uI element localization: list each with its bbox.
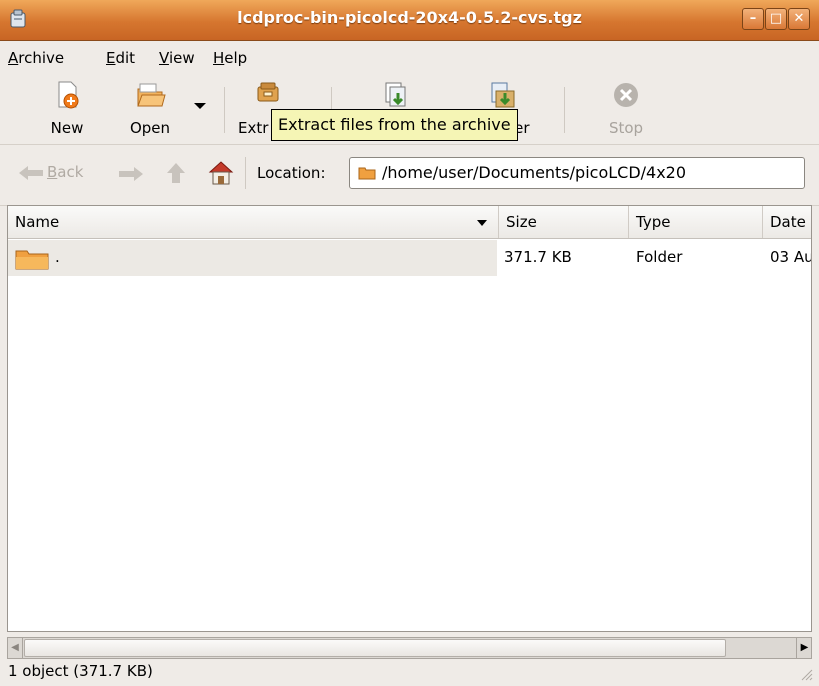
open-folder-icon <box>137 83 166 107</box>
column-type-header[interactable]: Type <box>629 206 763 238</box>
file-date: 03 Au <box>770 248 812 266</box>
column-size-header[interactable]: Size <box>499 206 629 238</box>
file-type: Folder <box>636 248 683 266</box>
scroll-left-button[interactable]: ◀ <box>8 638 23 658</box>
title-bar[interactable]: lcdproc-bin-picolcd-20x4-0.5.2-cvs.tgz –… <box>0 0 819 41</box>
up-arrow-icon[interactable] <box>165 161 187 185</box>
location-separator <box>245 157 246 189</box>
new-label: New <box>50 119 84 137</box>
list-header: Name Size Type Date <box>8 206 811 239</box>
extract-tooltip: Extract files from the archive <box>271 109 518 141</box>
minimize-button[interactable]: – <box>742 8 764 30</box>
file-list[interactable]: Name Size Type Date . 371.7 KB Folder 03… <box>7 205 812 632</box>
close-button[interactable]: ✕ <box>788 8 810 30</box>
minimize-icon: – <box>749 11 757 26</box>
table-row[interactable]: . 371.7 KB Folder 03 Au <box>8 240 812 276</box>
column-name-header[interactable]: Name <box>8 206 499 238</box>
file-name: . <box>55 248 60 266</box>
sort-descending-icon <box>477 220 487 226</box>
stop-button[interactable]: Stop <box>596 79 656 139</box>
resize-grip-icon[interactable] <box>800 668 814 682</box>
horizontal-scrollbar[interactable]: ◀ ▶ <box>7 637 812 659</box>
scroll-right-button[interactable]: ▶ <box>796 638 812 658</box>
new-archive-icon <box>58 81 79 109</box>
maximize-icon: □ <box>769 11 783 26</box>
column-date-header[interactable]: Date <box>763 206 811 238</box>
file-size: 371.7 KB <box>504 248 572 266</box>
back-arrow-icon <box>19 165 43 180</box>
toolbar-separator <box>564 87 565 133</box>
folder-icon <box>358 167 376 180</box>
home-icon[interactable] <box>207 159 235 187</box>
add-folder-icon <box>491 82 515 108</box>
location-input[interactable]: /home/user/Documents/picoLCD/4x20 <box>349 157 805 189</box>
location-bar: Back Location: /home/user/Documents/pico… <box>0 145 819 206</box>
menu-edit[interactable]: Edit <box>106 49 135 67</box>
forward-arrow-icon[interactable] <box>117 165 145 183</box>
open-label: Open <box>129 119 171 137</box>
menu-archive[interactable]: Archive <box>8 49 64 67</box>
back-button[interactable]: Back <box>17 163 83 182</box>
menu-help[interactable]: Help <box>213 49 247 67</box>
scrollbar-thumb[interactable] <box>24 639 726 657</box>
toolbar-separator <box>224 87 225 133</box>
maximize-button[interactable]: □ <box>765 8 787 30</box>
status-text: 1 object (371.7 KB) <box>8 662 153 680</box>
open-button[interactable]: Open <box>121 79 179 139</box>
new-button[interactable]: New <box>38 79 96 139</box>
location-label: Location: <box>257 164 326 182</box>
menu-view[interactable]: View <box>159 49 195 67</box>
extract-icon <box>257 82 279 102</box>
open-dropdown-arrow-icon[interactable] <box>194 103 206 109</box>
folder-icon <box>15 250 49 270</box>
add-files-icon <box>385 82 406 107</box>
menu-bar: Archive Edit View Help <box>0 41 819 71</box>
stop-label: Stop <box>608 119 644 137</box>
name-cell-highlight <box>8 240 497 276</box>
stop-icon <box>614 83 638 107</box>
location-path: /home/user/Documents/picoLCD/4x20 <box>382 163 687 182</box>
window-title: lcdproc-bin-picolcd-20x4-0.5.2-cvs.tgz <box>237 8 582 27</box>
close-icon: ✕ <box>793 11 805 26</box>
